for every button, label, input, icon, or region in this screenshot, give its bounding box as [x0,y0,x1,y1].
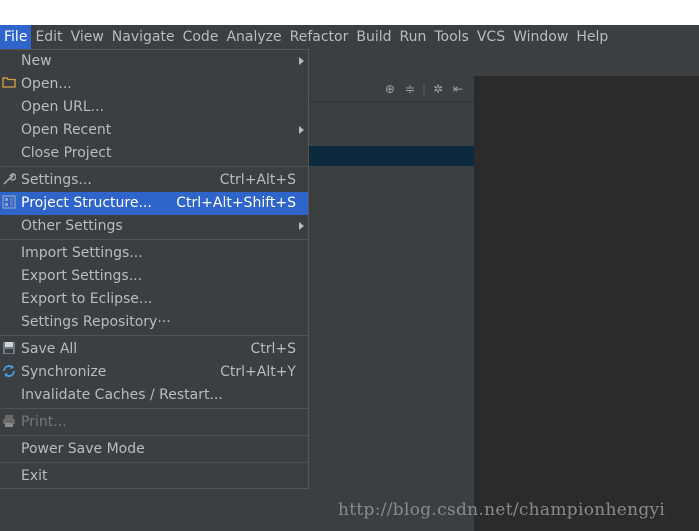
toolbar-divider: | [421,81,426,96]
menu-item-open[interactable]: Open... [0,73,308,96]
menu-item-project-structure[interactable]: Project Structure... Ctrl+Alt+Shift+S [0,192,308,215]
menu-refactor[interactable]: Refactor [286,25,353,49]
menu-tools[interactable]: Tools [430,25,473,49]
submenu-arrow-icon [299,126,304,134]
menu-item-label: Synchronize [21,364,107,380]
menu-item-label: Close Project [21,145,112,161]
submenu-arrow-icon [299,222,304,230]
menu-item-label: Power Save Mode [21,441,145,457]
menu-item-shortcut: Ctrl+S [250,341,296,357]
menu-code[interactable]: Code [179,25,223,49]
folder-icon [1,76,17,92]
menu-divider [0,166,308,167]
menu-divider [0,239,308,240]
menu-item-label: Save All [21,341,78,357]
menu-divider [0,408,308,409]
menu-vcs[interactable]: VCS [473,25,509,49]
menu-divider [0,435,308,436]
menu-item-open-url[interactable]: Open URL... [0,96,308,119]
menu-item-label: Print... [21,414,67,430]
menu-item-settings-repository[interactable]: Settings Repository··· [0,311,308,334]
menu-item-shortcut: Ctrl+Alt+Y [220,364,296,380]
menu-item-label: Export Settings... [21,268,143,284]
menu-item-new[interactable]: New [0,50,308,73]
wrench-icon [1,172,17,188]
menu-item-label: Invalidate Caches / Restart... [21,387,223,403]
menu-divider [0,335,308,336]
menu-navigate[interactable]: Navigate [108,25,179,49]
menu-bar: File Edit View Navigate Code Analyze Ref… [0,25,699,49]
menu-item-label: Settings Repository··· [21,314,171,330]
menu-item-label: Other Settings [21,218,123,234]
menu-item-label: Open Recent [21,122,112,138]
menu-item-invalidate-caches[interactable]: Invalidate Caches / Restart... [0,384,308,407]
tree-selected-row[interactable] [309,146,474,166]
file-menu-dropdown: New Open... Open URL... Open Recent Clos… [0,49,309,489]
menu-item-open-recent[interactable]: Open Recent [0,119,308,142]
menu-item-label: Import Settings... [21,245,143,261]
menu-item-label: Project Structure... [21,195,152,211]
hide-icon[interactable]: ⇤ [450,82,466,96]
menu-item-label: Settings... [21,172,92,188]
menu-edit[interactable]: Edit [31,25,66,49]
editor-area[interactable] [474,76,699,531]
menu-item-label: New [21,53,52,69]
menu-item-synchronize[interactable]: Synchronize Ctrl+Alt+Y [0,361,308,384]
menu-file[interactable]: File [0,25,32,49]
menu-item-export-eclipse[interactable]: Export to Eclipse... [0,288,308,311]
target-icon[interactable]: ⊕ [382,82,398,96]
menu-build[interactable]: Build [352,25,395,49]
watermark-text: http://blog.csdn.net/championhengyi [338,500,666,520]
menu-item-save-all[interactable]: Save All Ctrl+S [0,338,308,361]
menu-item-print[interactable]: Print... [0,411,308,434]
menu-item-label: Export to Eclipse... [21,291,153,307]
menu-item-label: Open... [21,76,72,92]
menu-divider [0,462,308,463]
menu-item-label: Open URL... [21,99,104,115]
menu-analyze[interactable]: Analyze [222,25,285,49]
menu-item-exit[interactable]: Exit [0,465,308,488]
menu-help[interactable]: Help [572,25,612,49]
menu-item-close-project[interactable]: Close Project [0,142,308,165]
submenu-arrow-icon [299,57,304,65]
sync-icon [1,364,17,380]
menu-window[interactable]: Window [509,25,572,49]
save-icon [1,341,17,357]
menu-item-export-settings[interactable]: Export Settings... [0,265,308,288]
gear-icon[interactable]: ✲ [430,82,446,96]
menu-item-other-settings[interactable]: Other Settings [0,215,308,238]
menu-item-power-save[interactable]: Power Save Mode [0,438,308,461]
project-structure-icon [1,195,17,211]
menu-item-shortcut: Ctrl+Alt+Shift+S [176,195,296,211]
menu-item-settings[interactable]: Settings... Ctrl+Alt+S [0,169,308,192]
menu-item-import-settings[interactable]: Import Settings... [0,242,308,265]
collapse-icon[interactable]: ≑ [402,82,418,96]
printer-icon [1,414,17,430]
menu-item-label: Exit [21,468,48,484]
window-top-area [0,0,699,25]
menu-view[interactable]: View [67,25,108,49]
menu-item-shortcut: Ctrl+Alt+S [219,172,296,188]
menu-run[interactable]: Run [396,25,431,49]
project-tool-strip: ⊕ ≑ | ✲ ⇤ [309,76,474,102]
